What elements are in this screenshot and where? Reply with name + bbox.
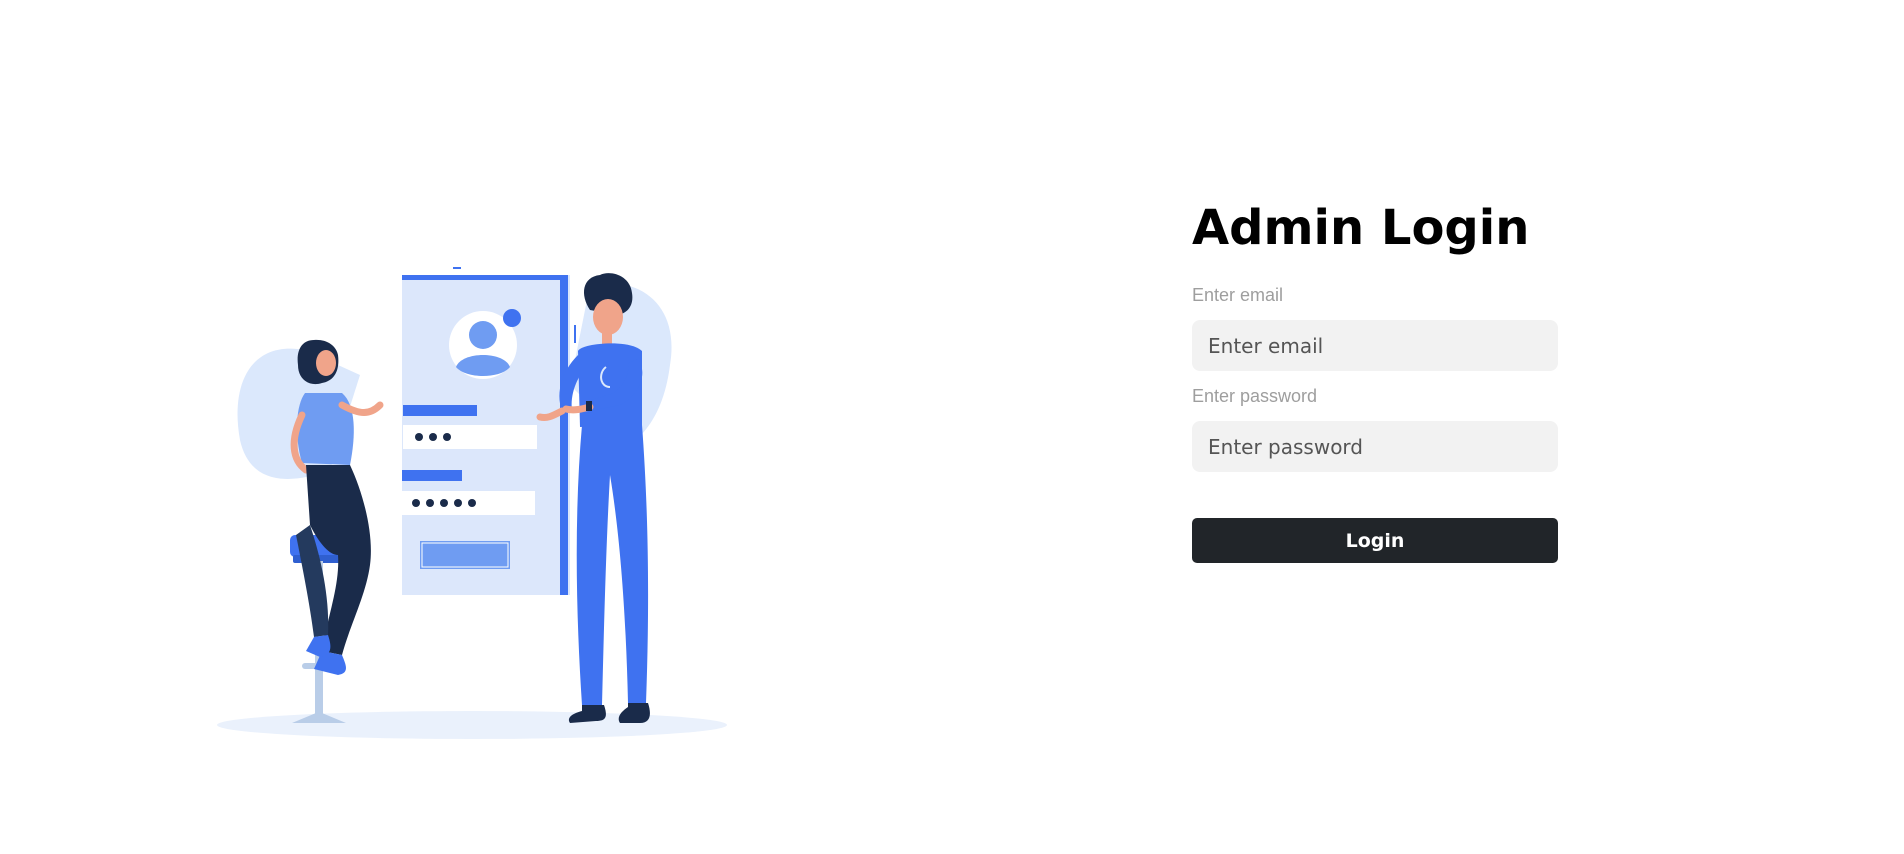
login-illustration-icon (217, 267, 727, 739)
login-button[interactable]: Login (1192, 518, 1558, 563)
page-title: Admin Login (1192, 200, 1530, 256)
login-page: Admin Login Enter email Enter password L… (0, 0, 1904, 854)
password-field[interactable] (1192, 421, 1558, 472)
email-label: Enter email (1192, 285, 1284, 305)
login-form: Admin Login Enter email Enter password L… (1192, 196, 1558, 563)
login-illustration (210, 255, 740, 745)
email-field[interactable] (1192, 320, 1558, 371)
password-label: Enter password (1192, 386, 1318, 406)
